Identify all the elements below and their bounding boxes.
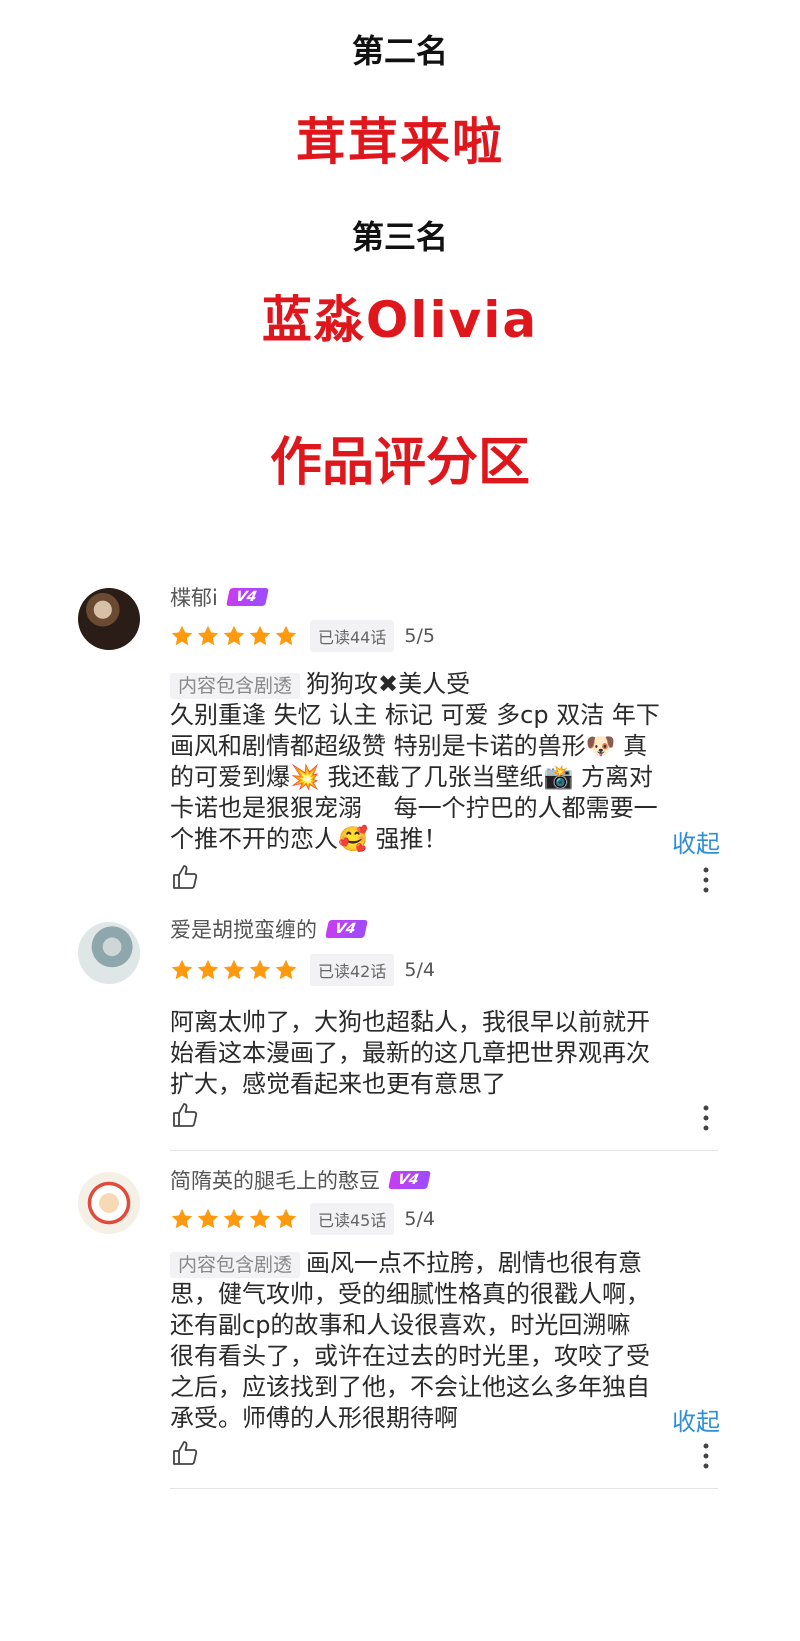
star-icon	[275, 1208, 297, 1229]
star-icon	[249, 1208, 271, 1229]
rating-section-title: 作品评分区	[269, 433, 530, 493]
review-line: 之后，应该找到了他，不会让他这么多年独自	[170, 1373, 650, 1401]
review-line: 阿离太帅了，大狗也超黏人，我很早以前就开	[170, 1008, 650, 1036]
review-line: 还有副cp的故事和人设很喜欢，时光回溯嘛	[170, 1311, 631, 1339]
star-rating	[170, 958, 298, 982]
thumbs-up-icon[interactable]	[170, 862, 200, 892]
review-line: 承受。师傅的人形很期待啊	[170, 1404, 458, 1432]
rating-row: 已读45话 5/4	[170, 1203, 435, 1235]
review-line: 卡诺也是狠狠宠溺 每一个拧巴的人都需要一	[170, 794, 658, 822]
review-username[interactable]: 简隋英的腿毛上的憨豆 V4	[170, 1165, 431, 1195]
avatar[interactable]	[78, 588, 140, 650]
rank-3-label: 第三名	[351, 218, 448, 256]
review-text: 阿离太帅了，大狗也超黏人，我很早以前就开 始看这本漫画了，最新的这几章把世界观再…	[170, 1007, 720, 1100]
rank-3-name: 蓝淼Olivia	[261, 291, 539, 349]
review-line: 很有看头了，或许在过去的时光里，攻咬了受	[170, 1342, 650, 1370]
spoiler-tag: 内容包含剧透	[170, 1252, 301, 1278]
read-count-badge: 已读44话	[310, 620, 395, 652]
review-line: 始看这本漫画了，最新的这几章把世界观再次	[170, 1039, 650, 1067]
thumbs-up-icon[interactable]	[170, 1100, 200, 1130]
review-divider	[170, 1488, 718, 1489]
username-text: 楪郁i	[170, 586, 218, 610]
review-line: 个推不开的恋人🥰 强推！	[170, 825, 448, 853]
rank-2-name: 茸茸来啦	[296, 113, 504, 171]
review-divider	[170, 1150, 718, 1151]
star-icon	[171, 959, 193, 980]
rank-2-label: 第二名	[351, 32, 448, 70]
star-icon	[197, 959, 219, 980]
star-icon	[197, 1208, 219, 1229]
star-icon	[275, 625, 297, 646]
vip-badge: V4	[325, 920, 368, 938]
review-line: 狗狗攻✖美人受	[306, 670, 471, 698]
review-username[interactable]: 楪郁i V4	[170, 582, 269, 612]
rating-row: 已读42话 5/4	[170, 954, 435, 986]
collapse-link[interactable]: 收起	[672, 1402, 720, 1437]
review-line: 画风一点不拉胯，剧情也很有意	[306, 1249, 643, 1277]
username-text: 简隋英的腿毛上的憨豆	[170, 1169, 380, 1193]
review-line: 思，健气攻帅，受的细腻性格真的很戳人啊，	[170, 1280, 650, 1308]
review-line: 久别重逢 失忆 认主 标记 可爱 多cp 双洁 年下	[170, 701, 660, 729]
score-text: 5/5	[404, 625, 435, 647]
review-text: 内容包含剧透 画风一点不拉胯，剧情也很有意 思，健气攻帅，受的细腻性格真的很戳人啊…	[170, 1248, 720, 1434]
star-rating	[170, 1207, 298, 1231]
star-icon	[171, 1208, 193, 1229]
star-icon	[223, 625, 245, 646]
vip-badge: V4	[225, 588, 269, 606]
collapse-link[interactable]: 收起	[672, 824, 720, 859]
rating-row: 已读44话 5/5	[170, 620, 435, 652]
vip-badge: V4	[388, 1171, 431, 1189]
star-icon	[223, 1208, 245, 1229]
spoiler-tag: 内容包含剧透	[170, 673, 301, 699]
read-count-badge: 已读42话	[310, 954, 395, 986]
more-vertical-icon[interactable]	[702, 1104, 710, 1132]
avatar[interactable]	[78, 922, 140, 984]
review-text: 内容包含剧透 狗狗攻✖美人受 久别重逢 失忆 认主 标记 可爱 多cp 双洁 年下…	[170, 669, 720, 855]
star-icon	[197, 625, 219, 646]
more-vertical-icon[interactable]	[702, 1442, 710, 1470]
review-line: 扩大，感觉看起来也更有意思了	[170, 1070, 506, 1098]
avatar[interactable]	[78, 1172, 140, 1234]
username-text: 爱是胡搅蛮缠的	[170, 918, 317, 942]
review-line: 画风和剧情都超级赞 特别是卡诺的兽形🐶 真	[170, 732, 648, 760]
read-count-badge: 已读45话	[310, 1203, 395, 1235]
star-rating	[170, 624, 298, 648]
star-icon	[249, 625, 271, 646]
thumbs-up-icon[interactable]	[170, 1438, 200, 1468]
review-username[interactable]: 爱是胡搅蛮缠的 V4	[170, 914, 368, 944]
star-icon	[249, 959, 271, 980]
star-icon	[223, 959, 245, 980]
review-line: 的可爱到爆💥 我还截了几张当壁纸📸 方离对	[170, 763, 654, 791]
star-icon	[275, 959, 297, 980]
score-text: 5/4	[404, 959, 435, 981]
star-icon	[171, 625, 193, 646]
more-vertical-icon[interactable]	[702, 866, 710, 894]
score-text: 5/4	[404, 1208, 435, 1230]
